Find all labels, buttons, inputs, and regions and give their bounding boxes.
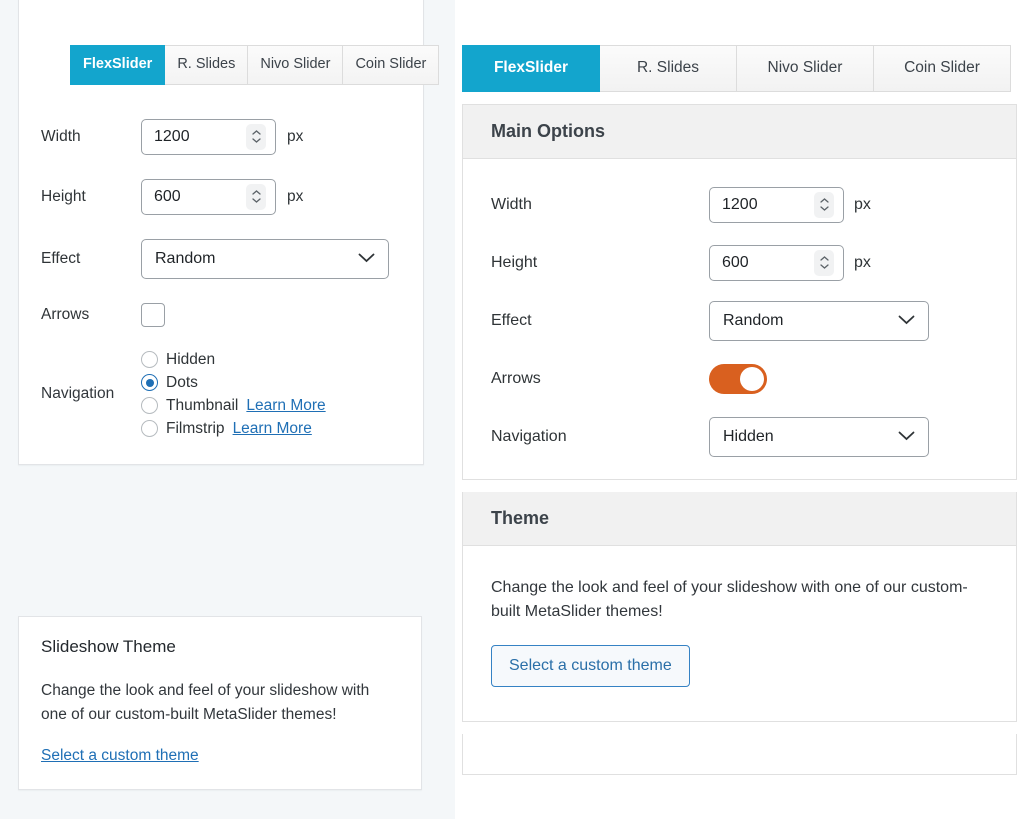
legacy-theme-description: Change the look and feel of your slidesh…: [41, 679, 399, 727]
chevron-down-icon: [820, 264, 829, 269]
legacy-nav-option-thumbnail[interactable]: Thumbnail Learn More: [141, 397, 326, 415]
chevron-down-icon: [898, 312, 915, 330]
chevron-down-icon: [898, 428, 915, 446]
legacy-width-label: Width: [41, 128, 141, 146]
modern-effect-value: Random: [710, 312, 783, 330]
main-options-card: Main Options Width 1200 px Height: [462, 104, 1017, 480]
legacy-form: Width 1200 px Height 600: [41, 119, 401, 438]
legacy-height-input[interactable]: 600: [141, 179, 276, 215]
legacy-nav-option-label: Hidden: [166, 351, 215, 369]
modern-effect-label: Effect: [491, 312, 709, 330]
chevron-up-icon: [252, 190, 261, 195]
modern-navigation-select[interactable]: Hidden: [709, 417, 929, 457]
legacy-arrows-checkbox[interactable]: [141, 303, 165, 327]
modern-row-effect: Effect Random: [491, 301, 988, 341]
modern-row-navigation: Navigation Hidden: [491, 417, 988, 457]
modern-row-width: Width 1200 px: [491, 185, 988, 225]
legacy-tab-coin-slider[interactable]: Coin Slider: [343, 45, 439, 85]
legacy-tab-r-slides[interactable]: R. Slides: [165, 45, 248, 85]
legacy-tab-flexslider[interactable]: FlexSlider: [70, 45, 165, 85]
legacy-nav-option-hidden[interactable]: Hidden: [141, 351, 326, 369]
legacy-nav-option-label: Filmstrip: [166, 420, 225, 438]
legacy-height-stepper[interactable]: [246, 184, 266, 210]
legacy-theme-title: Slideshow Theme: [41, 637, 399, 657]
chevron-down-icon: [252, 138, 261, 143]
modern-tab-flexslider[interactable]: FlexSlider: [462, 45, 600, 92]
theme-body: Change the look and feel of your slidesh…: [463, 546, 1016, 722]
theme-description: Change the look and feel of your slidesh…: [491, 576, 988, 626]
legacy-row-navigation: Navigation Hidden Dots Thumbnail: [41, 351, 401, 438]
theme-card: Theme Change the look and feel of your s…: [462, 492, 1017, 723]
learn-more-link-thumbnail[interactable]: Learn More: [246, 397, 325, 415]
legacy-height-label: Height: [41, 188, 141, 206]
legacy-tab-nivo-slider[interactable]: Nivo Slider: [248, 45, 343, 85]
next-section-card: [462, 734, 1017, 775]
modern-width-unit: px: [854, 196, 871, 214]
legacy-width-value: 1200: [142, 128, 190, 146]
modern-width-value: 1200: [710, 196, 758, 214]
legacy-width-unit: px: [287, 128, 303, 146]
legacy-width-input[interactable]: 1200: [141, 119, 276, 155]
modern-row-arrows: Arrows: [491, 359, 988, 399]
legacy-height-value: 600: [142, 188, 181, 206]
modern-height-input[interactable]: 600: [709, 245, 844, 281]
radio-icon[interactable]: [141, 397, 158, 414]
modern-height-stepper[interactable]: [814, 250, 834, 276]
modern-width-stepper[interactable]: [814, 192, 834, 218]
modern-height-label: Height: [491, 254, 709, 272]
modern-arrows-toggle[interactable]: [709, 364, 767, 394]
modern-width-input[interactable]: 1200: [709, 187, 844, 223]
legacy-nav-option-dots[interactable]: Dots: [141, 374, 326, 392]
modern-effect-select[interactable]: Random: [709, 301, 929, 341]
legacy-arrows-label: Arrows: [41, 306, 141, 324]
legacy-effect-label: Effect: [41, 250, 141, 268]
modern-row-height: Height 600 px: [491, 243, 988, 283]
chevron-down-icon: [358, 250, 375, 268]
legacy-row-arrows: Arrows: [41, 303, 401, 327]
modern-width-label: Width: [491, 196, 709, 214]
modern-arrows-label: Arrows: [491, 370, 709, 388]
legacy-nav-option-label: Thumbnail: [166, 397, 238, 415]
legacy-row-effect: Effect Random: [41, 239, 401, 279]
chevron-up-icon: [820, 256, 829, 261]
legacy-nav-option-filmstrip[interactable]: Filmstrip Learn More: [141, 420, 326, 438]
modern-height-value: 600: [710, 254, 749, 272]
legacy-row-height: Height 600 px: [41, 179, 401, 215]
legacy-navigation-radio-group: Hidden Dots Thumbnail Learn More: [141, 351, 326, 438]
modern-tab-r-slides[interactable]: R. Slides: [600, 45, 737, 92]
main-options-heading: Main Options: [463, 105, 1016, 159]
modern-tab-nivo-slider[interactable]: Nivo Slider: [737, 45, 874, 92]
theme-heading: Theme: [463, 492, 1016, 546]
legacy-width-stepper[interactable]: [246, 124, 266, 150]
modern-tab-coin-slider[interactable]: Coin Slider: [874, 45, 1011, 92]
legacy-effect-value: Random: [142, 250, 215, 268]
learn-more-link-filmstrip[interactable]: Learn More: [233, 420, 312, 438]
modern-tab-bar: FlexSlider R. Slides Nivo Slider Coin Sl…: [462, 45, 1024, 92]
radio-selected-icon[interactable]: [141, 374, 158, 391]
radio-icon[interactable]: [141, 351, 158, 368]
main-options-body: Width 1200 px Height 600: [463, 159, 1016, 479]
legacy-effect-select[interactable]: Random: [141, 239, 389, 279]
legacy-nav-option-label: Dots: [166, 374, 198, 392]
chevron-up-icon: [820, 198, 829, 203]
legacy-theme-card: Slideshow Theme Change the look and feel…: [18, 616, 422, 790]
comparison-stage: FlexSlider R. Slides Nivo Slider Coin Sl…: [0, 0, 1024, 819]
modern-settings-panel: FlexSlider R. Slides Nivo Slider Coin Sl…: [455, 0, 1024, 819]
radio-icon[interactable]: [141, 420, 158, 437]
select-custom-theme-button[interactable]: Select a custom theme: [491, 645, 690, 687]
chevron-down-icon: [252, 198, 261, 203]
legacy-settings-panel: FlexSlider R. Slides Nivo Slider Coin Sl…: [18, 0, 424, 465]
modern-navigation-label: Navigation: [491, 428, 709, 446]
legacy-tab-bar: FlexSlider R. Slides Nivo Slider Coin Sl…: [70, 45, 401, 85]
chevron-down-icon: [820, 206, 829, 211]
legacy-select-custom-theme-link[interactable]: Select a custom theme: [41, 747, 199, 764]
legacy-navigation-label: Navigation: [41, 385, 141, 403]
legacy-height-unit: px: [287, 188, 303, 206]
chevron-up-icon: [252, 130, 261, 135]
modern-navigation-value: Hidden: [710, 428, 774, 446]
modern-height-unit: px: [854, 254, 871, 272]
legacy-row-width: Width 1200 px: [41, 119, 401, 155]
legacy-panel-body: FlexSlider R. Slides Nivo Slider Coin Sl…: [19, 45, 423, 464]
